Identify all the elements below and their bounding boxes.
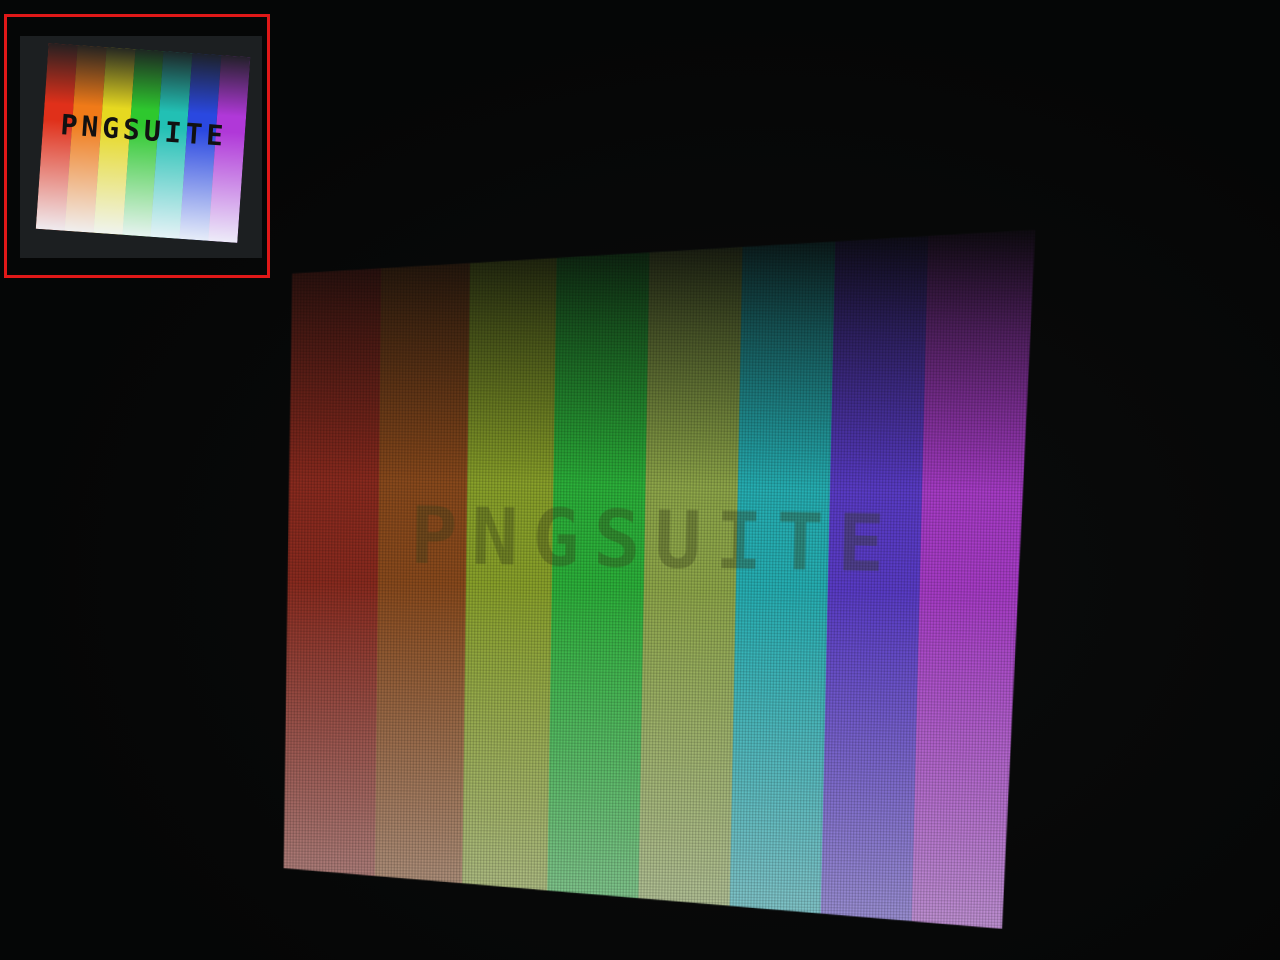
main-label-ghost: PNGSUITE xyxy=(409,491,900,591)
main-top-dark-fade xyxy=(287,217,1036,493)
main-screen-image: PNGSUITE xyxy=(283,217,1035,929)
photo-scene: PNGSUITE PNGSUITE xyxy=(0,0,1280,960)
thumbnail-highlight-frame xyxy=(4,14,270,278)
main-bottom-fade xyxy=(283,580,1025,930)
